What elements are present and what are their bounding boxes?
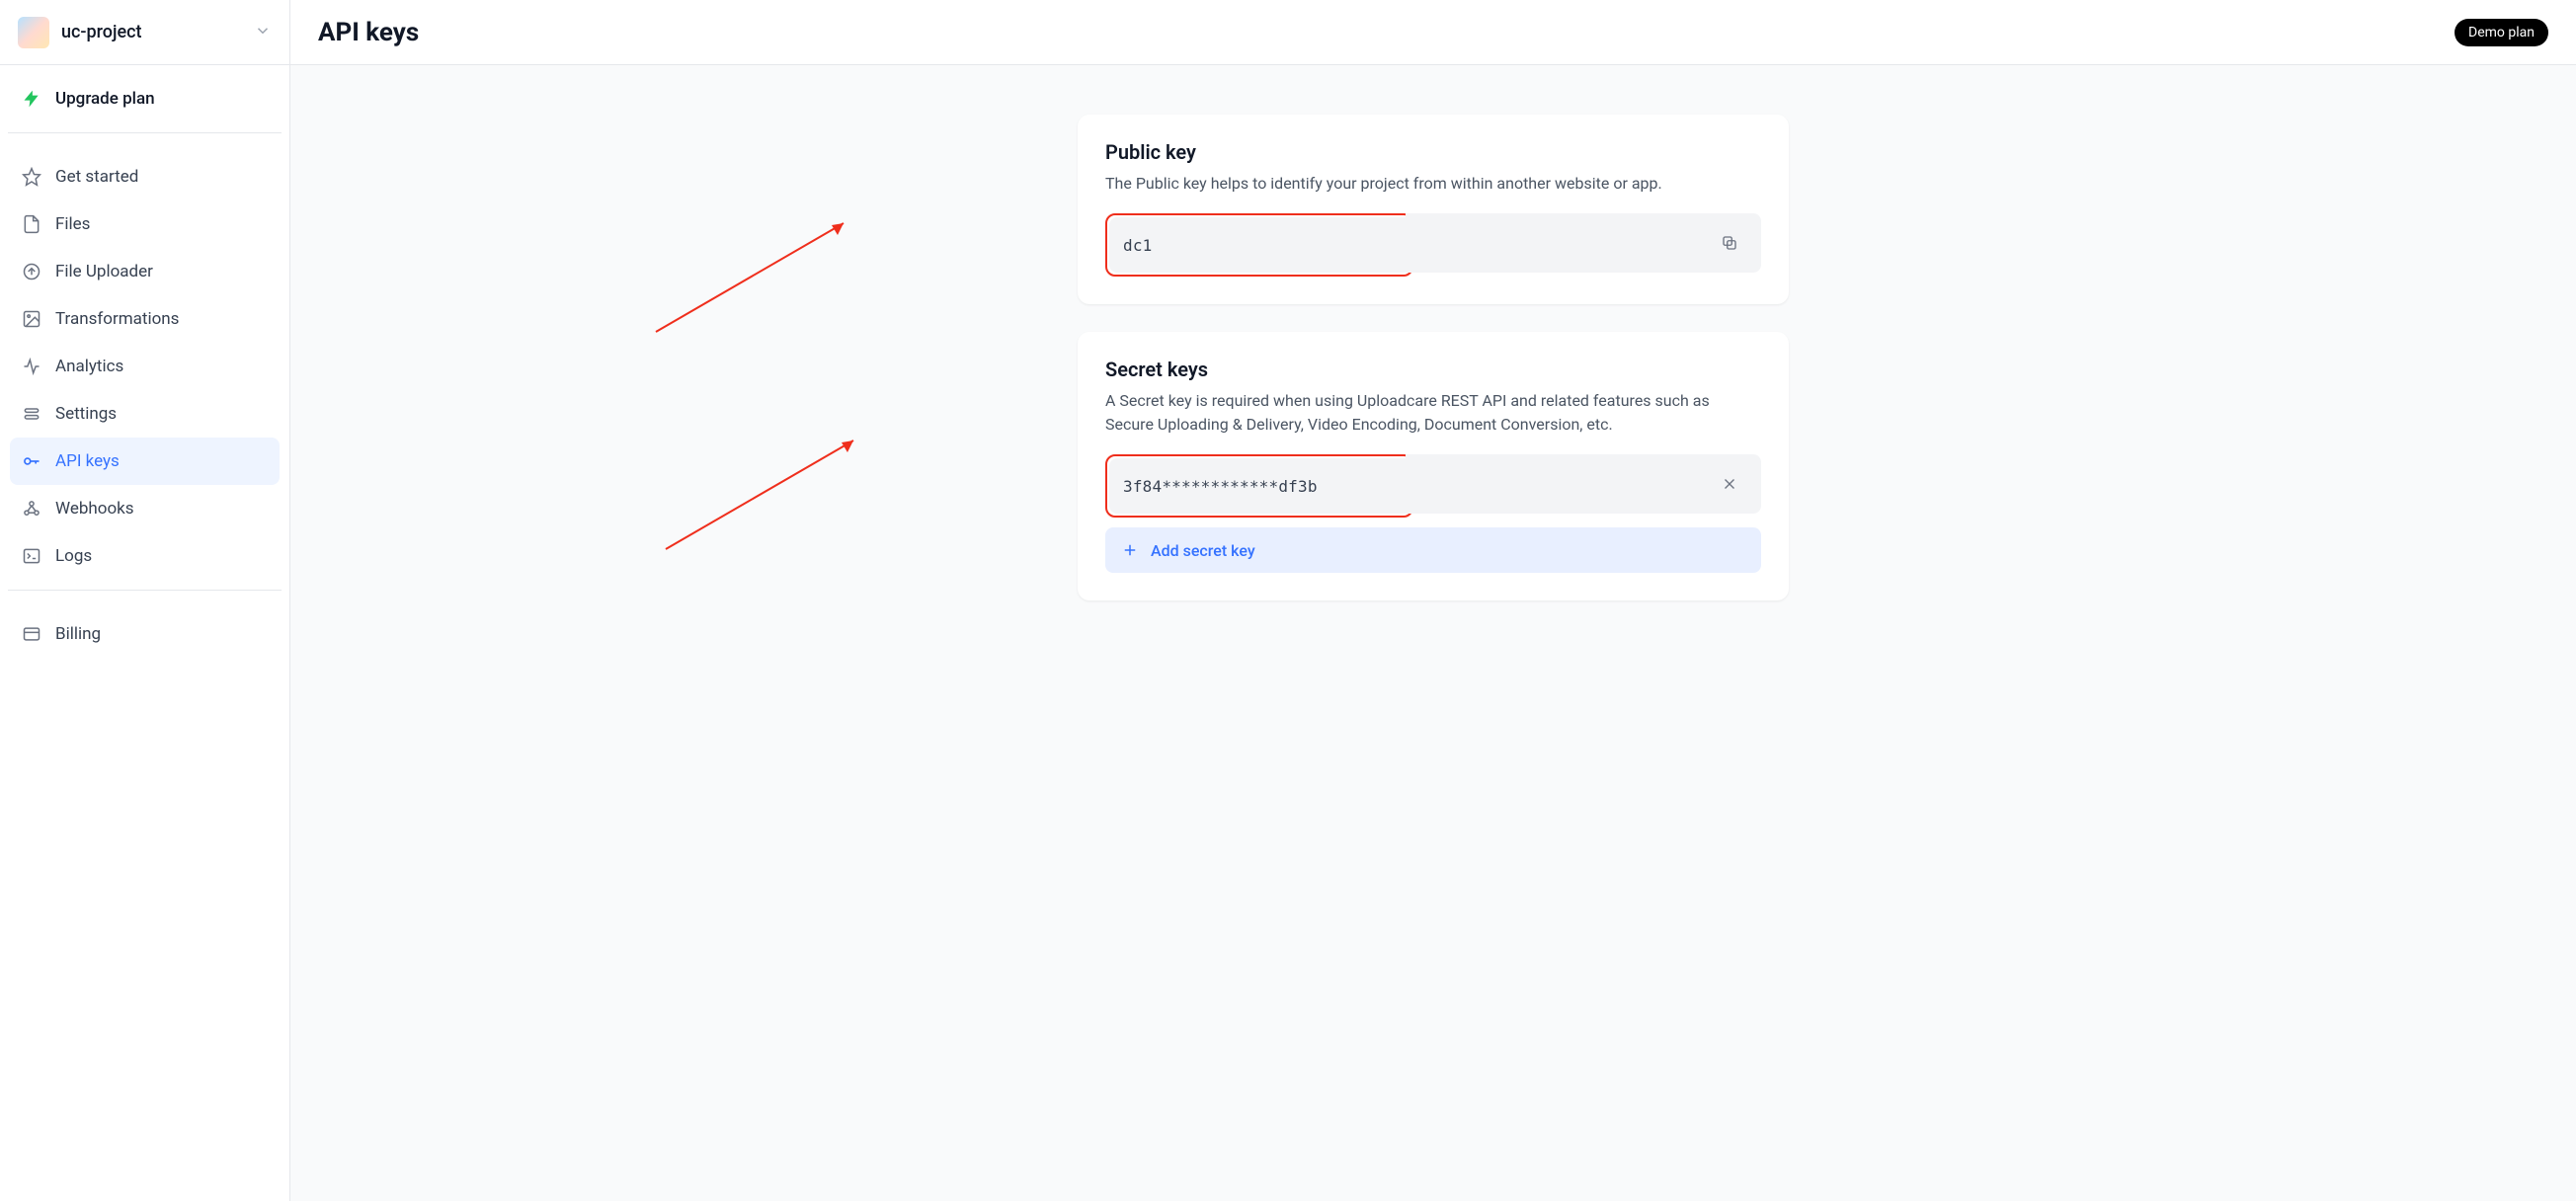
sidebar-item-label: API keys [55,451,120,471]
analytics-icon [22,357,41,376]
sidebar-item-get-started[interactable]: Get started [10,153,280,200]
sidebar-item-transformations[interactable]: Transformations [10,295,280,343]
sidebar-item-label: Analytics [55,357,123,376]
card-description: A Secret key is required when using Uplo… [1105,389,1761,437]
upload-icon [22,262,41,281]
sidebar-item-file-uploader[interactable]: File Uploader [10,248,280,295]
sidebar-item-billing[interactable]: Billing [10,610,280,658]
sidebar-item-logs[interactable]: Logs [10,532,280,580]
key-icon [22,451,41,471]
sidebar-item-label: Settings [55,404,117,424]
project-name: uc-project [61,22,142,42]
sidebar: uc-project Upgrade plan Get started [0,0,290,1201]
add-secret-key-label: Add secret key [1151,541,1255,560]
sidebar-item-label: Transformations [55,309,179,329]
plan-badge[interactable]: Demo plan [2455,19,2548,46]
secret-key-highlight: 3f84************df3b [1105,454,1413,518]
copy-icon [1721,234,1738,252]
public-key-highlight: dc1 [1105,213,1413,277]
sidebar-item-label: Files [55,214,90,234]
sidebar-item-webhooks[interactable]: Webhooks [10,485,280,532]
main: API keys Demo plan Public key The Public… [290,0,2576,1201]
card-description: The Public key helps to identify your pr… [1105,172,1761,196]
secret-key-value[interactable]: 3f84************df3b [1123,477,1396,496]
star-icon [22,167,41,187]
remove-secret-key-button[interactable] [1712,466,1747,502]
copy-public-key-button[interactable] [1712,225,1747,261]
annotation-arrow [656,421,873,559]
public-key-value[interactable]: dc1 [1123,236,1396,255]
close-icon [1721,475,1738,493]
project-switcher[interactable]: uc-project [0,0,289,65]
annotation-arrow [646,203,863,342]
page-title: API keys [318,18,419,47]
credit-card-icon [22,624,41,644]
file-icon [22,214,41,234]
sidebar-item-files[interactable]: Files [10,200,280,248]
sidebar-item-label: Logs [55,546,92,566]
project-avatar [18,17,49,48]
sidebar-item-label: Billing [55,624,101,644]
sidebar-item-label: Webhooks [55,499,134,519]
card-title: Public key [1105,140,1761,164]
divider [8,590,282,591]
add-secret-key-button[interactable]: Add secret key [1105,527,1761,573]
content-area: Public key The Public key helps to ident… [290,65,2576,1201]
image-icon [22,309,41,329]
sidebar-item-api-keys[interactable]: API keys [10,438,280,485]
public-key-card: Public key The Public key helps to ident… [1078,115,1789,304]
secret-keys-card: Secret keys A Secret key is required whe… [1078,332,1789,600]
settings-icon [22,404,41,424]
terminal-icon [22,546,41,566]
sidebar-item-settings[interactable]: Settings [10,390,280,438]
sidebar-item-label: Get started [55,167,138,187]
lightning-icon [22,89,41,109]
sidebar-item-label: File Uploader [55,262,153,281]
sidebar-item-analytics[interactable]: Analytics [10,343,280,390]
topbar: API keys Demo plan [290,0,2576,65]
plus-icon [1121,541,1139,559]
sidebar-item-label: Upgrade plan [55,89,155,109]
divider [8,132,282,133]
card-title: Secret keys [1105,358,1761,381]
sidebar-item-upgrade-plan[interactable]: Upgrade plan [10,75,280,122]
webhook-icon [22,499,41,519]
chevron-down-icon [254,22,272,43]
